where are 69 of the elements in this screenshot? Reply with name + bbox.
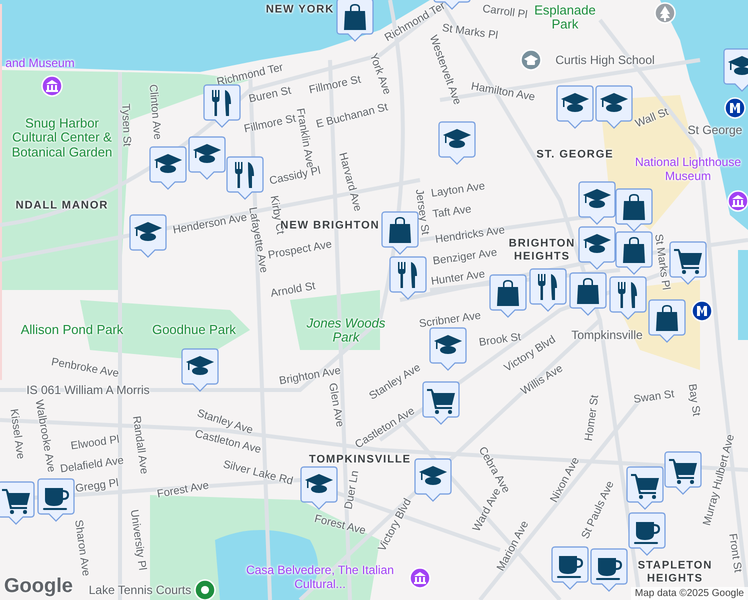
place-label: Curtis High School	[555, 53, 655, 67]
place-label: IS 061 William A Morris	[26, 383, 150, 397]
street-label: St Marks Pl	[652, 233, 672, 291]
street-label: Fillmore St	[308, 74, 362, 96]
street-label: Kissel Ave	[8, 408, 26, 460]
street-label: Murray Hulbert Ave	[701, 433, 737, 527]
street-label: Hendricks Ave	[434, 224, 506, 246]
neighborhood-label: STAPLETON HEIGHTS	[636, 559, 714, 585]
street-label: Prospect Ave	[267, 238, 333, 262]
street-label: Brook St	[478, 331, 522, 349]
museum-icon[interactable]	[727, 190, 748, 212]
street-label: Willis Ave	[518, 362, 566, 398]
street-label: York Ave	[367, 52, 393, 96]
street-label: Bay St	[686, 383, 702, 417]
transit-icon[interactable]	[724, 97, 746, 119]
neighborhood-label: NDALL MANOR	[16, 200, 108, 212]
park-label: Goodhue Park	[151, 322, 237, 338]
place-label: Tompkinsville	[571, 328, 643, 342]
neighborhood-label: NEW YORK	[266, 4, 334, 16]
place-label: Lake Tennis Courts	[88, 583, 192, 597]
street-label: Scribner Ave	[418, 310, 482, 330]
street-label: Fillmore St	[243, 112, 297, 136]
park-label: Esplanade Park	[533, 4, 597, 32]
street-label: Front St	[726, 532, 744, 574]
street-label: Silver Lake Rd	[222, 458, 294, 488]
neighborhood-label: ST. GEORGE	[536, 148, 614, 162]
street-label: E Buchanan St	[314, 101, 390, 131]
street-label: Hunter Ave	[430, 268, 486, 288]
street-label: Hamilton Ave	[470, 80, 536, 104]
street-label: Carroll Pl	[482, 2, 528, 22]
google-logo: Google	[4, 575, 73, 598]
street-label: Elwood Pl	[70, 434, 120, 452]
park-label: Jones Woods Park	[306, 316, 386, 346]
street-label: Tysen St	[119, 103, 133, 147]
street-label: Glen Ave	[326, 382, 346, 428]
neighborhood-label: BRIGHTON HEIGHTS	[508, 237, 576, 263]
street-label: Harvard Ave	[336, 151, 364, 213]
museum-label: Casa Belvedere, The Italian Cultural...	[245, 564, 395, 592]
neighborhood-label: TOMPKINSVILLE	[308, 454, 412, 466]
street-label: Penbroke Ave	[50, 356, 120, 380]
pin-icon[interactable]	[194, 579, 216, 600]
street-label: Henderson Ave	[172, 212, 248, 236]
street-label: Benziger Ave	[432, 246, 498, 268]
street-label: Layton Ave	[430, 180, 486, 200]
street-label: Clinton Ave	[146, 84, 164, 140]
tree-icon[interactable]	[654, 2, 676, 24]
museum-label: and Museum	[5, 57, 75, 71]
street-label: Sharon Ave	[72, 519, 92, 577]
street-label: Wall St	[634, 106, 670, 130]
street-label: Delafield Ave	[59, 454, 125, 476]
street-label: Swan St	[632, 388, 676, 406]
street-label: Taft Ave	[432, 203, 472, 221]
street-label: Randall Ave	[130, 415, 150, 475]
street-label: Forest Ave	[156, 480, 210, 500]
street-label: Jersey St	[412, 188, 432, 236]
street-label: Gregg Pl	[74, 477, 120, 495]
street-label: Lafayette Ave	[246, 206, 270, 274]
street-label: Forest Ave	[313, 512, 367, 538]
map-attribution: Map data ©2025 Google	[630, 587, 748, 600]
park-label: Allison Pond Park	[20, 322, 124, 338]
park-label: Snug Harbor Cultural Center & Botanical Garden	[10, 116, 114, 160]
street-label: University Pl	[128, 508, 148, 572]
museum-icon[interactable]	[41, 75, 63, 97]
street-label: Arnold St	[270, 280, 316, 300]
street-label: Homer St	[582, 394, 602, 442]
street-label: Duer Ln	[342, 470, 362, 510]
street-label: St Marks Pl	[441, 22, 499, 42]
street-label: St Pauls Ave	[579, 479, 617, 541]
street-label: Walbrooke Ave	[32, 398, 58, 474]
